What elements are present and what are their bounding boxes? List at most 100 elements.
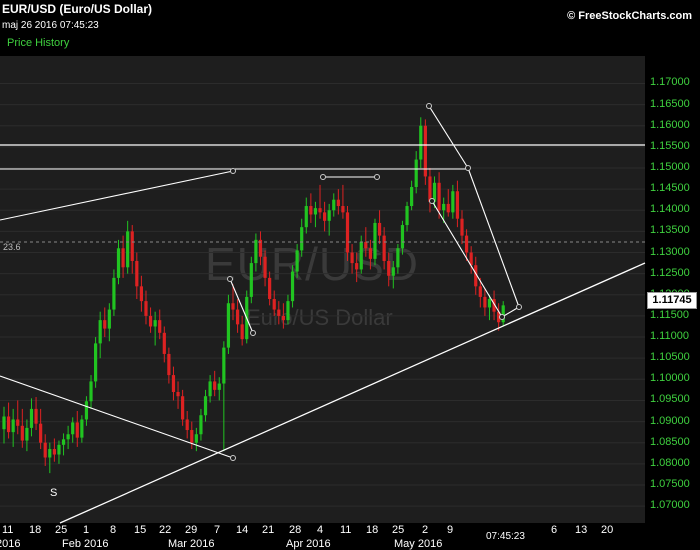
candle-body bbox=[428, 176, 432, 202]
price-axis-label: 1.12500 bbox=[650, 266, 690, 279]
date-axis-day: 21 bbox=[262, 524, 275, 536]
anchor-points bbox=[227, 103, 522, 461]
candle-body bbox=[387, 260, 391, 276]
candle-body bbox=[98, 320, 102, 344]
date-axis-month: Apr 2016 bbox=[286, 538, 331, 550]
price-axis-label: 1.08500 bbox=[650, 435, 690, 448]
candle-body bbox=[162, 332, 166, 354]
candle-body bbox=[11, 419, 15, 433]
candle-body bbox=[391, 267, 395, 276]
candle-body bbox=[57, 444, 61, 455]
candle-body bbox=[464, 235, 469, 253]
candle-body bbox=[341, 206, 345, 213]
candle-body bbox=[89, 381, 93, 402]
price-axis-label: 1.13000 bbox=[650, 245, 690, 258]
date-axis-day: 22 bbox=[159, 524, 172, 536]
date-axis-day: 2 bbox=[422, 524, 429, 536]
price-axis-label: 1.11000 bbox=[650, 330, 689, 343]
candle-body bbox=[414, 159, 418, 188]
price-axis-label: 1.08000 bbox=[650, 456, 690, 469]
price-axis-label: 1.07000 bbox=[650, 499, 690, 512]
candle-body bbox=[181, 396, 185, 420]
drawn-line-may-3 bbox=[431, 200, 503, 318]
candle-body bbox=[226, 303, 231, 348]
candle-body bbox=[66, 434, 70, 440]
candle-body bbox=[263, 256, 267, 278]
candle-body bbox=[345, 212, 350, 253]
candle-body bbox=[327, 210, 331, 221]
candle-body bbox=[272, 299, 276, 310]
date-axis-day: 9 bbox=[447, 524, 454, 536]
candle-body bbox=[277, 309, 281, 316]
date-axis-day: 11 bbox=[340, 524, 352, 536]
candle-body bbox=[446, 203, 450, 213]
candle-body bbox=[80, 419, 84, 438]
candle-body bbox=[39, 423, 43, 443]
candle-body bbox=[6, 416, 11, 433]
candle-body bbox=[419, 125, 423, 160]
candle-body bbox=[103, 320, 107, 329]
date-axis-day: 8 bbox=[110, 524, 117, 536]
candle-body bbox=[240, 324, 244, 340]
candle-body bbox=[203, 396, 208, 416]
candle-body bbox=[61, 439, 66, 445]
candle-body bbox=[318, 208, 322, 213]
candle-body bbox=[451, 191, 455, 213]
candle-body bbox=[286, 301, 290, 321]
candle-body bbox=[148, 315, 153, 327]
candle-body bbox=[478, 286, 482, 297]
candle-body bbox=[373, 222, 377, 259]
candle-body bbox=[217, 383, 221, 390]
candle-body bbox=[323, 212, 327, 221]
time-axis-label: 07:45:23 bbox=[486, 531, 525, 542]
candle-body bbox=[144, 301, 148, 316]
price-axis-label: 1.14000 bbox=[650, 203, 690, 216]
price-axis-label: 1.17000 bbox=[650, 76, 690, 89]
candle-body bbox=[2, 416, 6, 430]
candle-body bbox=[130, 231, 134, 261]
price-axis-label: 1.13500 bbox=[650, 224, 690, 237]
date-axis-day: 11 bbox=[2, 524, 14, 536]
candle-body bbox=[194, 434, 198, 443]
date-axis-month: Mar 2016 bbox=[168, 538, 215, 550]
date-axis-day: 14 bbox=[236, 524, 249, 536]
candle-body bbox=[75, 422, 79, 438]
date-axis-day: 13 bbox=[575, 524, 588, 536]
trendline-feb bbox=[0, 170, 234, 221]
candle-body bbox=[332, 199, 336, 211]
date-axis-day: 25 bbox=[55, 524, 68, 536]
candle-body bbox=[382, 235, 386, 261]
candle-body bbox=[455, 191, 460, 219]
date-axis-day: 25 bbox=[392, 524, 405, 536]
date-axis-day: 4 bbox=[317, 524, 324, 536]
candle-body bbox=[213, 381, 217, 390]
candle-body bbox=[29, 408, 34, 428]
candle-body bbox=[304, 206, 308, 228]
candle-body bbox=[313, 208, 318, 215]
candle-body bbox=[167, 353, 171, 376]
candle-body bbox=[396, 248, 400, 268]
candle-body bbox=[377, 222, 382, 236]
candle-body bbox=[437, 182, 441, 211]
price-chart[interactable] bbox=[0, 0, 700, 550]
candle-body bbox=[185, 419, 189, 431]
candle-body bbox=[368, 248, 372, 259]
date-axis-month: 2016 bbox=[0, 538, 21, 550]
candle-body bbox=[359, 241, 363, 270]
candle-body bbox=[364, 241, 368, 249]
date-axis-day: 1 bbox=[83, 524, 90, 536]
date-axis-day: 6 bbox=[551, 524, 558, 536]
candle-body bbox=[254, 239, 258, 264]
split-marker[interactable]: S bbox=[50, 487, 57, 499]
candle-body bbox=[410, 187, 414, 207]
candle-body bbox=[208, 381, 212, 397]
date-axis-day: 18 bbox=[366, 524, 379, 536]
candle-body bbox=[442, 203, 446, 211]
candle-body bbox=[231, 303, 235, 310]
price-axis-label: 1.15500 bbox=[650, 139, 690, 152]
candle-body bbox=[309, 206, 313, 215]
candle-body bbox=[281, 315, 285, 321]
candle-body bbox=[48, 449, 52, 458]
date-axis-day: 15 bbox=[134, 524, 147, 536]
price-axis-label: 1.07500 bbox=[650, 477, 690, 490]
